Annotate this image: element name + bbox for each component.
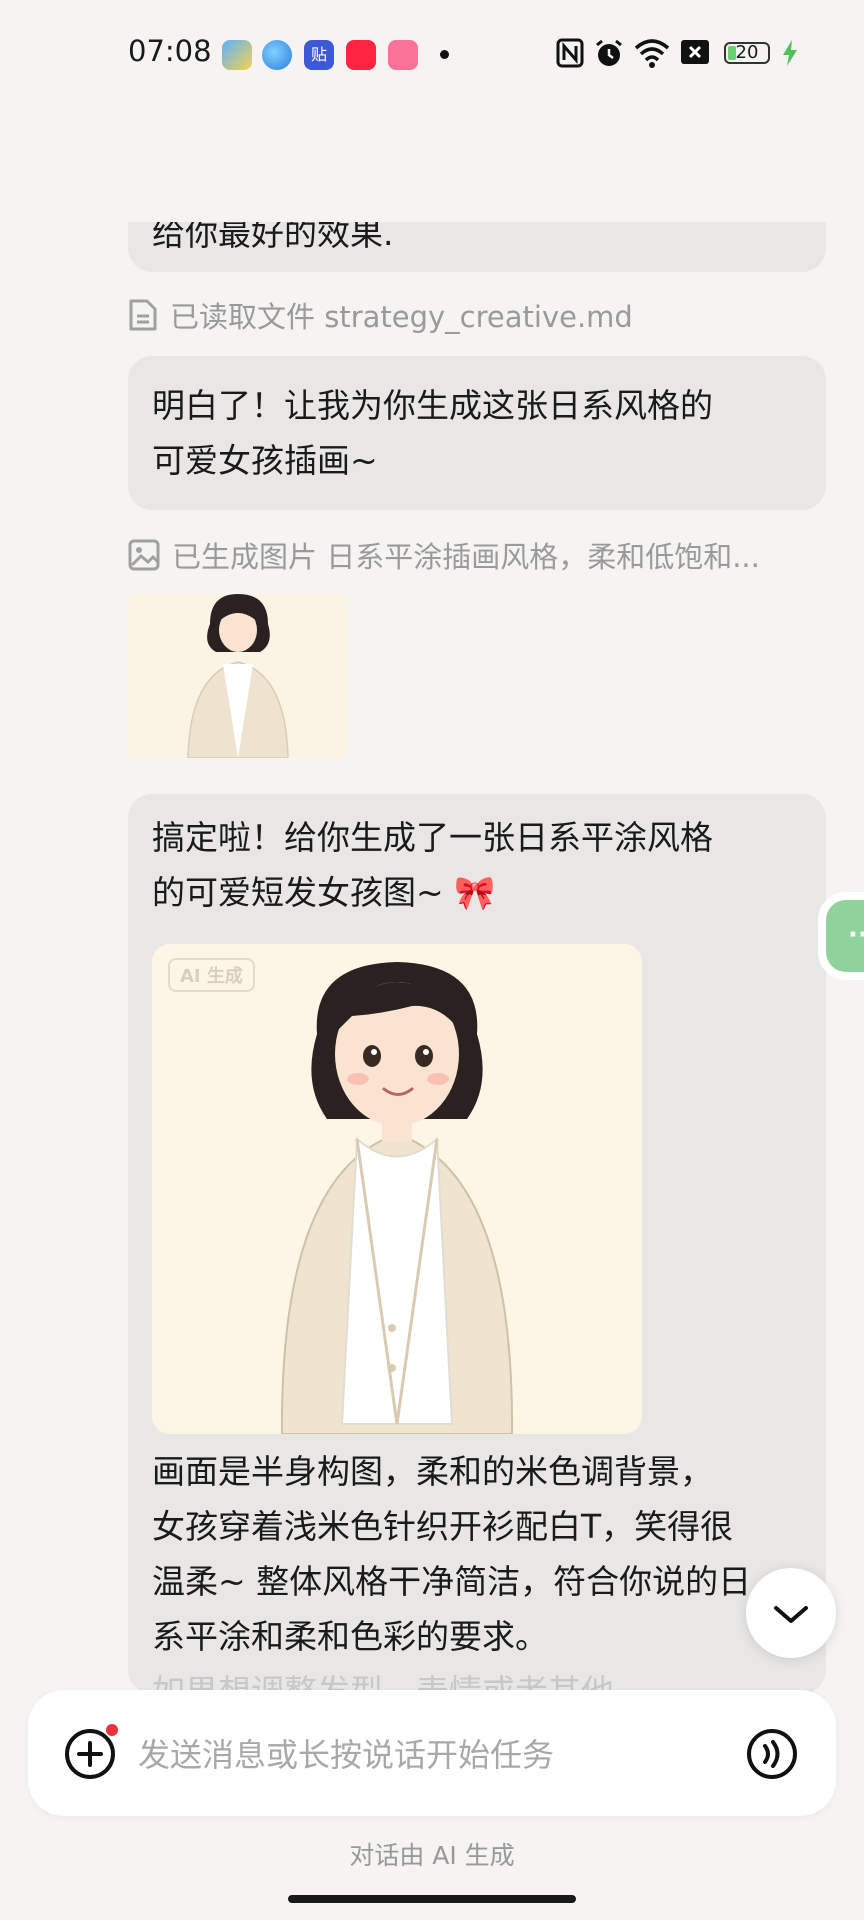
girl-illustration — [152, 944, 642, 1434]
message-intro: 搞定啦！给你生成了一张日系平涂风格 的可爱短发女孩图~ 🎀 — [128, 794, 826, 940]
home-indicator[interactable] — [288, 1895, 576, 1903]
message-description: 画面是半身构图，柔和的米色调背景， 女孩穿着浅米色针织开衫配白T，笑得很 温柔~… — [128, 1444, 775, 1694]
weather-icon — [222, 40, 252, 70]
menu-icon[interactable] — [42, 138, 86, 178]
generated-image-indicator[interactable]: 已生成图片 日系平涂插画风格，柔和低饱和... — [128, 534, 760, 576]
message-bubble: 搞定啦！给你生成了一张日系平涂风格 的可爱短发女孩图~ 🎀 AI 生成 画面是半… — [128, 794, 826, 1694]
notification-dot — [106, 1724, 118, 1736]
generated-image-label: 已生成图片 日系平涂插画风格，柔和低饱和... — [172, 540, 760, 574]
status-bar: 07:08 贴 20 — [0, 0, 864, 110]
generated-image-thumbnail[interactable] — [128, 594, 348, 758]
battery-level: 20 — [735, 42, 759, 63]
bilibili-icon — [388, 40, 418, 70]
new-folder-button[interactable] — [680, 126, 736, 178]
ai-disclaimer: 对话由 AI 生成 — [349, 1841, 515, 1870]
sim-off-icon — [681, 40, 709, 64]
floating-assistant-tab[interactable]: ·· — [826, 900, 864, 972]
agent-title[interactable]: 勤豹 — [118, 114, 190, 166]
ai-generated-badge: AI 生成 — [168, 958, 255, 992]
message-line: 搞定啦！给你生成了一张日系平涂风格 — [152, 818, 713, 857]
message-line: 系平涂和柔和色彩的要求。 — [152, 1617, 548, 1656]
message-line: 明白了！让我为你生成这张日系风格的 — [152, 386, 713, 425]
message-text: 明白了！让我为你生成这张日系风格的 可爱女孩插画~ — [128, 356, 826, 508]
message-line: 女孩穿着浅米色针织开衫配白T，笑得很 — [152, 1507, 734, 1546]
add-attachment-button[interactable] — [64, 1728, 116, 1780]
more-options-button[interactable] — [776, 140, 824, 160]
charging-icon — [783, 40, 797, 66]
dots-icon: ·· — [848, 920, 864, 950]
read-file-label: 已读取文件 strategy_creative.md — [170, 300, 633, 334]
xiaohongshu-icon — [346, 40, 376, 70]
message-bubble: 明白了！让我为你生成这张日系风格的 可爱女孩插画~ — [128, 356, 826, 510]
chevron-down-icon — [774, 1606, 808, 1623]
voice-input-button[interactable] — [746, 1728, 798, 1780]
scroll-to-bottom-button[interactable] — [746, 1568, 836, 1658]
alarm-icon — [596, 39, 622, 66]
browser-icon — [262, 40, 292, 70]
file-icon — [129, 299, 157, 331]
battery-indicator: 20 — [724, 42, 770, 64]
message-line: 画面是半身构图，柔和的米色调背景， — [152, 1452, 713, 1491]
wifi-icon — [634, 39, 670, 68]
girl-illustration-thumbnail — [187, 594, 289, 758]
message-line: 的可爱短发女孩图~ 🎀 — [152, 873, 496, 912]
message-input-bar: 发送消息或长按说话开始任务 — [28, 1690, 836, 1816]
image-icon — [128, 539, 160, 571]
status-time: 07:08 — [128, 34, 212, 68]
agent-subtitle: Coze Agent — [118, 162, 267, 192]
more-notifications-dot — [440, 50, 449, 59]
read-file-indicator[interactable]: 已读取文件 strategy_creative.md — [128, 294, 633, 336]
chevron-right-icon[interactable]: › — [208, 120, 222, 160]
chat-header: 勤豹 › Coze Agent — [0, 110, 864, 222]
message-line: 温柔~ 整体风格干净简洁，符合你说的日 — [152, 1562, 752, 1601]
nfc-icon — [556, 38, 584, 68]
generated-image[interactable]: AI 生成 — [152, 944, 642, 1434]
tieba-icon: 贴 — [304, 40, 334, 70]
message-input[interactable]: 发送消息或长按说话开始任务 — [138, 1730, 554, 1776]
message-line: 可爱女孩插画~ — [152, 441, 378, 480]
